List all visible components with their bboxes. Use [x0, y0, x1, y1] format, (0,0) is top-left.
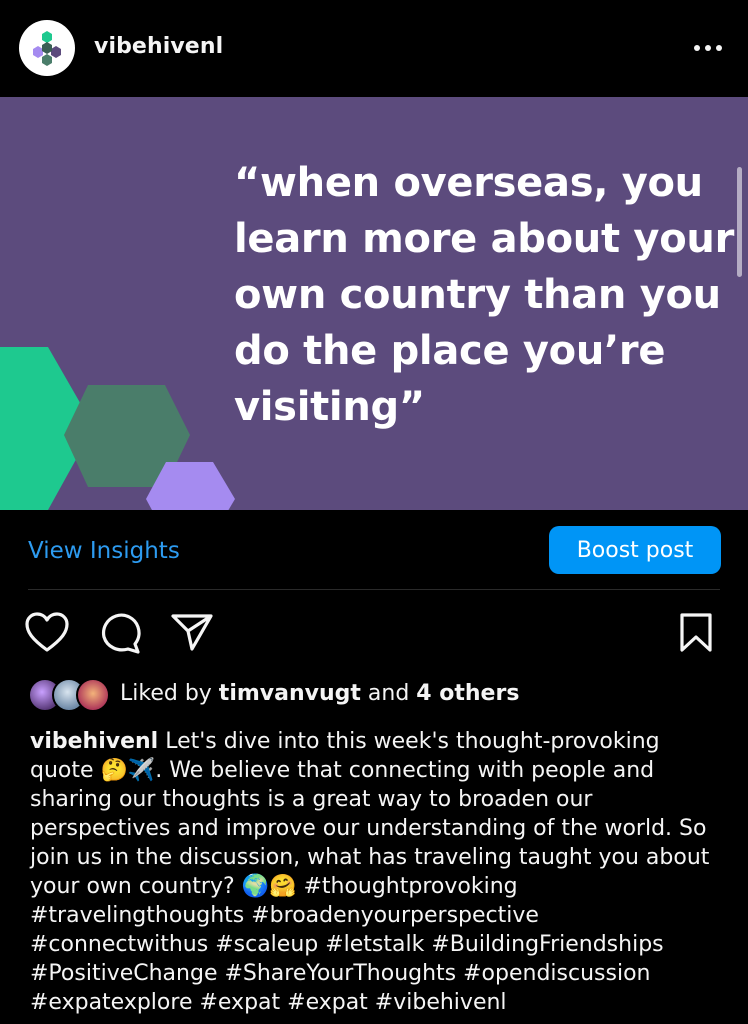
- post-author-username[interactable]: vibehivenl: [94, 34, 223, 59]
- liker-avatar: [76, 678, 110, 712]
- liker-username[interactable]: timvanvugt: [219, 681, 361, 706]
- likes-row[interactable]: Liked by timvanvugt and 4 others: [28, 676, 728, 714]
- caption-username[interactable]: vibehivenl: [30, 729, 158, 754]
- avatar[interactable]: [19, 20, 75, 76]
- boost-post-button[interactable]: Boost post: [549, 526, 721, 574]
- bookmark-icon[interactable]: [678, 612, 714, 654]
- heart-icon[interactable]: [24, 612, 70, 654]
- divider: [28, 589, 720, 590]
- hexagon-logo-icon: [33, 31, 61, 66]
- insights-bar: View Insights Boost post: [0, 510, 748, 590]
- send-icon[interactable]: [170, 612, 214, 652]
- view-insights-link[interactable]: View Insights: [28, 538, 180, 564]
- post-image[interactable]: “when overseas, you learn more about you…: [0, 97, 748, 510]
- quote-text: “when overseas, you learn more about you…: [234, 160, 734, 430]
- likes-others-link[interactable]: 4 others: [416, 681, 519, 706]
- post-caption: vibehivenl Let's dive into this week's t…: [30, 727, 720, 1017]
- more-horizontal-icon[interactable]: [690, 40, 726, 56]
- likes-summary: Liked by timvanvugt and 4 others: [120, 681, 520, 706]
- comment-icon[interactable]: [99, 612, 143, 654]
- scrollbar[interactable]: [737, 167, 742, 277]
- post-header: vibehivenl: [0, 0, 748, 97]
